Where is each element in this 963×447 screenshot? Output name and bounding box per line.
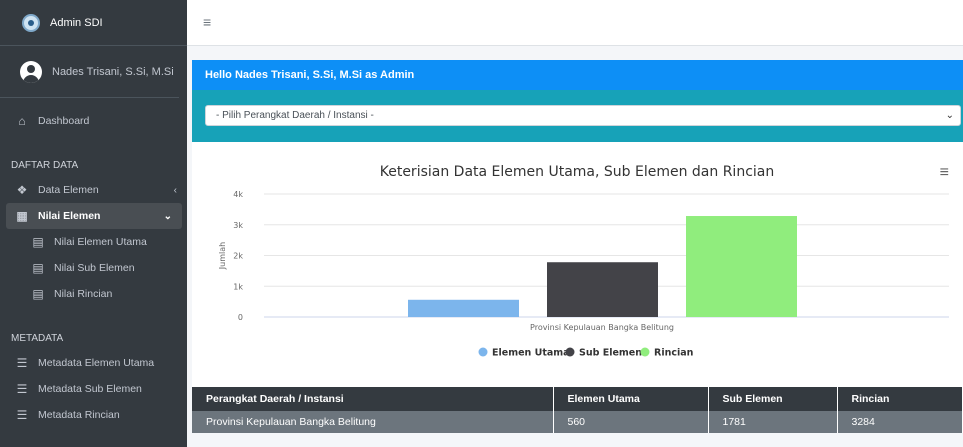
instansi-select[interactable]: - Pilih Perangkat Daerah / Instansi - ⌄ (205, 105, 961, 126)
sidebar-item-nilai-elemen-utama[interactable]: ▤ Nilai Elemen Utama (0, 229, 187, 255)
legend-item-sub-elemen: Sub Elemen (579, 348, 642, 359)
cell-rincian: 3284 (837, 411, 963, 433)
sidebar-item-nilai-sub-elemen[interactable]: ▤ Nilai Sub Elemen (0, 255, 187, 281)
section-header-data: DAFTAR DATA (11, 160, 79, 171)
brand-link[interactable]: Admin SDI (0, 0, 187, 46)
brand-title: Admin SDI (50, 16, 103, 29)
cell-instansi: Provinsi Kepulauan Bangka Belitung (192, 411, 554, 433)
sidebar-item-label: Data Elemen (38, 184, 99, 196)
sidebar-item-nilai-rincian[interactable]: ▤ Nilai Rincian (0, 281, 187, 307)
bar-chart: Keterisian Data Elemen Utama, Sub Elemen… (218, 164, 949, 359)
sidebar-item-label: Nilai Rincian (54, 288, 113, 300)
col-header-sub-elemen: Sub Elemen (708, 387, 838, 411)
list-ul-icon: ☰ (16, 356, 28, 370)
y-tick-label: 4k (233, 190, 243, 199)
legend-item-rincian: Rincian (654, 348, 694, 359)
top-navbar: ≡ (187, 0, 963, 46)
sidebar-item-label: Metadata Rincian (38, 409, 120, 421)
cell-elemen-utama: 560 (553, 411, 709, 433)
y-tick-label: 1k (233, 282, 243, 291)
col-header-elemen-utama: Elemen Utama (553, 387, 709, 411)
table-row: Provinsi Kepulauan Bangka Belitung 560 1… (192, 411, 963, 433)
chevron-left-icon: ‹ (173, 184, 177, 196)
chart-menu-icon[interactable]: ≡ (940, 164, 949, 182)
sidebar-item-label: Dashboard (38, 115, 90, 127)
brand-logo-icon (22, 13, 40, 32)
legend-marker (640, 347, 650, 357)
x-tick-label: Provinsi Kepulauan Bangka Belitung (530, 323, 674, 332)
legend-marker (565, 347, 575, 357)
sidebar-item-metadata-rincian[interactable]: ☰ Metadata Rincian (0, 402, 187, 428)
col-header-instansi: Perangkat Daerah / Instansi (192, 387, 554, 411)
bar-sub-elemen (547, 262, 658, 317)
filter-bar: - Pilih Perangkat Daerah / Instansi - ⌄ (192, 90, 963, 142)
calculator-icon: ▦ (16, 209, 28, 223)
list-icon: ▤ (32, 287, 44, 301)
sidebar-item-dashboard[interactable]: ⌂ Dashboard (0, 108, 187, 134)
list-icon: ▤ (32, 235, 44, 249)
sidebar: Admin SDI Nades Trisani, S.Si, M.Si ⌂ Da… (0, 0, 187, 447)
cell-sub-elemen: 1781 (708, 411, 838, 433)
chevron-down-icon: ⌄ (163, 210, 172, 222)
user-avatar-icon (20, 60, 42, 83)
cubes-icon: ❖ (16, 183, 28, 197)
list-ul-icon: ☰ (16, 408, 28, 422)
sidebar-item-label: Nilai Elemen Utama (54, 236, 147, 248)
legend-marker (478, 347, 488, 357)
sidebar-item-nilai-elemen[interactable]: ▦ Nilai Elemen ⌄ (6, 203, 182, 229)
chart-panel: Keterisian Data Elemen Utama, Sub Elemen… (192, 142, 963, 387)
sidebar-item-label: Nilai Sub Elemen (54, 262, 135, 274)
bar-rincian (686, 216, 797, 317)
section-header-metadata: METADATA (11, 333, 64, 344)
col-header-rincian: Rincian (837, 387, 963, 411)
bar-elemen-utama (408, 299, 519, 317)
greeting-text: Hello Nades Trisani, S.Si, M.Si as Admin (205, 69, 415, 81)
summary-table: Perangkat Daerah / Instansi Elemen Utama… (192, 387, 963, 433)
greeting-banner: Hello Nades Trisani, S.Si, M.Si as Admin (192, 60, 963, 90)
y-axis-label: Jumlah (218, 242, 227, 270)
home-icon: ⌂ (18, 114, 26, 128)
chevron-down-icon: ⌄ (945, 110, 954, 121)
y-tick-label: 0 (238, 313, 243, 322)
sidebar-item-metadata-elemen-utama[interactable]: ☰ Metadata Elemen Utama (0, 350, 187, 376)
y-tick-label: 3k (233, 221, 243, 230)
sidebar-item-label: Metadata Sub Elemen (38, 383, 142, 395)
user-name: Nades Trisani, S.Si, M.Si (52, 65, 174, 78)
chart-title: Keterisian Data Elemen Utama, Sub Elemen… (380, 164, 775, 180)
list-ul-icon: ☰ (16, 382, 28, 396)
legend-item-elemen-utama: Elemen Utama (492, 348, 570, 359)
sidebar-item-label: Metadata Elemen Utama (38, 357, 155, 369)
list-icon: ▤ (32, 261, 44, 275)
instansi-select-value: - Pilih Perangkat Daerah / Instansi - (216, 110, 374, 121)
hamburger-menu-icon[interactable]: ≡ (203, 14, 211, 30)
sidebar-item-label: Nilai Elemen (38, 210, 101, 222)
sidebar-item-metadata-sub-elemen[interactable]: ☰ Metadata Sub Elemen (0, 376, 187, 402)
y-tick-label: 2k (233, 252, 243, 261)
user-panel[interactable]: Nades Trisani, S.Si, M.Si (0, 46, 179, 98)
table-header-row: Perangkat Daerah / Instansi Elemen Utama… (192, 387, 963, 411)
sidebar-item-data-elemen[interactable]: ❖ Data Elemen ‹ (0, 177, 187, 203)
